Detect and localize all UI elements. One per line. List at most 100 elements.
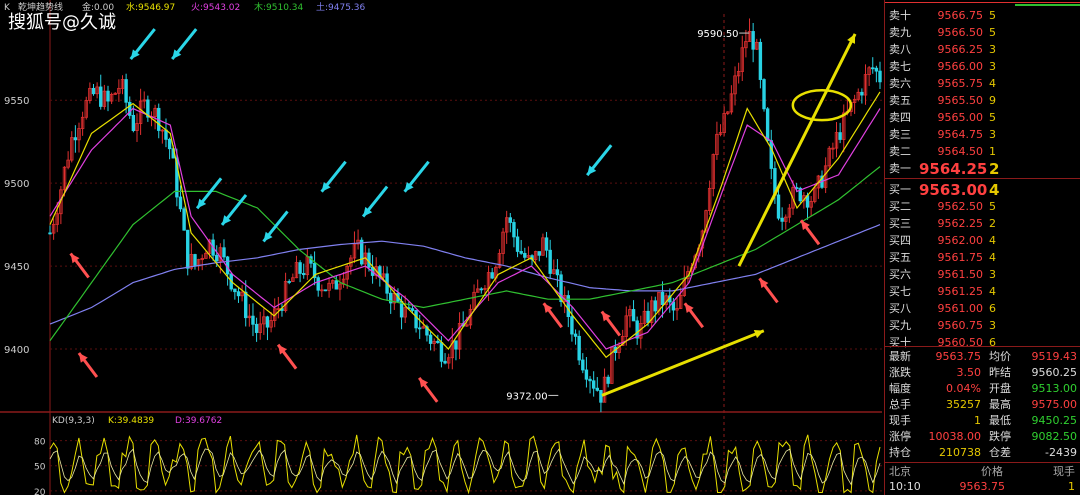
candle-body [653, 300, 657, 312]
candle-body [838, 132, 842, 140]
ask-price: 9564.25 [919, 160, 988, 178]
kd-y-tick-label: 20 [34, 488, 46, 495]
bid-volume: 2 [989, 217, 996, 230]
quote-label-2: 最低 [989, 414, 1011, 427]
y-tick-label: 9450 [4, 262, 29, 273]
tick-time: 10:10 [889, 480, 921, 493]
bid-price: 9561.25 [937, 285, 984, 298]
ask-volume: 3 [989, 60, 996, 73]
y-tick-label: 9550 [4, 96, 29, 107]
ask-volume: 1 [989, 145, 996, 158]
candle-body [573, 333, 578, 337]
bid-row: 买八 9561.00 6 [885, 301, 1080, 317]
candle-body [765, 108, 770, 141]
ask-price: 9566.50 [937, 26, 984, 39]
bid-volume: 4 [989, 234, 996, 247]
candle-body [244, 291, 248, 319]
candle-body [254, 323, 259, 333]
quote-row: 持仓 210738 仓差 -2439 [885, 444, 1080, 461]
candle-body [178, 196, 183, 210]
extreme-price-label: 9590.50 [697, 29, 738, 40]
ask-row: 卖七 9566.00 3 [885, 59, 1080, 75]
top-bar [885, 2, 1080, 3]
candle-body [186, 229, 190, 269]
candle-body [762, 79, 766, 110]
candle-body [646, 310, 650, 323]
quote-value: 9563.75 [935, 350, 982, 363]
candle-body [222, 247, 226, 258]
ask-row: 卖三 9564.75 3 [885, 127, 1080, 143]
candle-body [479, 288, 484, 291]
ask-row: 卖一 9564.25 2 [885, 161, 1080, 177]
ask-volume: 3 [989, 43, 996, 56]
bid-volume: 6 [989, 302, 996, 315]
candle-body [490, 272, 494, 279]
candle-body [570, 316, 574, 335]
ask-volume: 5 [989, 26, 996, 39]
bid-price: 9562.00 [937, 234, 984, 247]
last-tick-row: 10:10 9563.75 1 [885, 478, 1080, 495]
bid-row: 买九 9560.75 3 [885, 318, 1080, 334]
quote-row: 涨跌 3.50 昨结 9560.25 [885, 364, 1080, 381]
tick-qty: 1 [1068, 480, 1075, 493]
bid-label: 买二 [889, 200, 911, 213]
bid-volume: 4 [989, 251, 996, 264]
bid-label: 买一 [889, 183, 911, 196]
ask-price: 9565.50 [937, 94, 984, 107]
bid-label: 买三 [889, 217, 911, 230]
quote-label-2: 开盘 [989, 382, 1011, 395]
bid-row: 买六 9561.50 3 [885, 267, 1080, 283]
candle-body [265, 316, 270, 328]
ask-label: 卖八 [889, 43, 911, 56]
candle-body [48, 232, 52, 235]
candle-body [302, 273, 306, 276]
quote-label: 幅度 [889, 382, 911, 395]
quote-label: 最新 [889, 350, 911, 363]
ask-price: 9566.25 [937, 43, 984, 56]
quote-label: 涨停 [889, 430, 911, 443]
candle-body [512, 222, 516, 238]
candle-body [878, 70, 882, 83]
candle-body [99, 86, 103, 107]
candle-body [515, 236, 520, 252]
bid-row: 买一 9563.00 4 [885, 182, 1080, 198]
ask-label: 卖十 [889, 9, 911, 22]
ask-price: 9564.75 [937, 128, 984, 141]
ask-row: 卖五 9565.50 9 [885, 93, 1080, 109]
extreme-price-label: 9372.00 [506, 391, 547, 402]
ask-volume: 2 [989, 160, 1000, 178]
bid-row: 买三 9562.25 2 [885, 216, 1080, 232]
bid-row: 买四 9562.00 4 [885, 233, 1080, 249]
candle-body [182, 208, 186, 231]
indicator-legend-3: 水:9546.97 [126, 1, 175, 13]
bid-price: 9561.00 [937, 302, 984, 315]
kline-chart[interactable]: K 乾坤趋势线 金:0.00 水:9546.97 火:9543.02 木:9510.34 土… [0, 0, 882, 495]
bid-price: 9560.75 [937, 319, 984, 332]
candle-body [537, 251, 542, 256]
indicator-legend-4: 火:9543.02 [191, 2, 240, 13]
quote-row: 幅度 0.04% 开盘 9513.00 [885, 380, 1080, 397]
quote-label-2: 跌停 [989, 430, 1011, 443]
candle-body [287, 281, 291, 283]
quote-row: 现手 1 最低 9450.25 [885, 412, 1080, 429]
kd-y-tick-label: 80 [34, 438, 46, 448]
candle-body [631, 309, 636, 322]
candle-body [606, 376, 610, 384]
candle-body [91, 87, 96, 95]
candle-body [599, 389, 603, 403]
ask-row: 卖四 9565.00 5 [885, 110, 1080, 126]
bid-price: 9562.25 [937, 217, 984, 230]
ask-volume: 5 [989, 111, 996, 124]
candle-body [233, 288, 237, 293]
candle-body [360, 239, 364, 265]
ask-price: 9565.75 [937, 77, 984, 90]
candle-body [316, 277, 320, 291]
bid-volume: 4 [989, 285, 996, 298]
quote-label-2: 仓差 [989, 446, 1011, 459]
y-tick-label: 9500 [4, 179, 29, 190]
ask-row: 卖八 9566.25 3 [885, 42, 1080, 58]
candle-body [167, 138, 172, 150]
candle-body [436, 340, 440, 343]
ask-volume: 5 [989, 9, 996, 22]
candle-body [410, 308, 415, 311]
